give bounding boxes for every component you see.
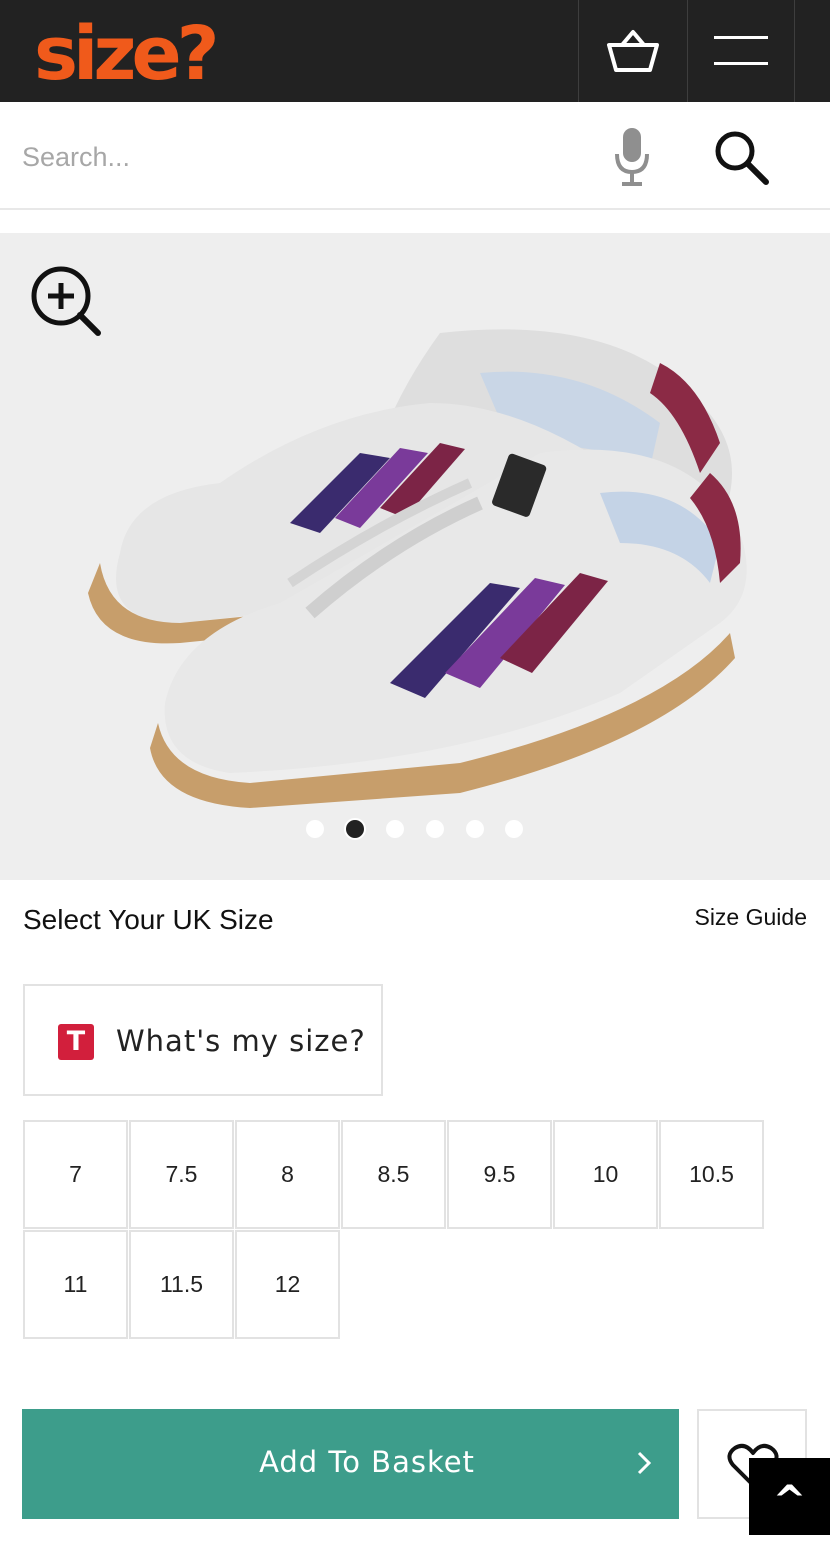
basket-button[interactable] xyxy=(578,0,687,102)
gallery-dot[interactable] xyxy=(505,820,523,838)
zoom-button[interactable] xyxy=(30,265,102,342)
add-to-basket-button[interactable]: Add To Basket xyxy=(22,1409,679,1519)
size-logo[interactable]: size? xyxy=(34,14,220,94)
search-button[interactable] xyxy=(712,128,770,191)
top-navigation-bar: size? xyxy=(0,0,830,102)
size-option[interactable]: 8.5 xyxy=(341,1120,446,1229)
size-finder-logo-icon: T xyxy=(58,1024,94,1060)
gallery-pagination-dots xyxy=(0,818,830,840)
hamburger-menu-icon xyxy=(714,36,768,65)
basket-icon xyxy=(607,30,659,72)
size-option[interactable]: 7.5 xyxy=(129,1120,234,1229)
search-bar xyxy=(0,102,830,210)
size-option[interactable]: 8 xyxy=(235,1120,340,1229)
size-option[interactable]: 11 xyxy=(23,1230,128,1339)
size-option[interactable]: 10 xyxy=(553,1120,658,1229)
gallery-dot[interactable] xyxy=(466,820,484,838)
chevron-right-icon xyxy=(637,1451,651,1475)
back-to-top-button[interactable]: ^ xyxy=(749,1458,830,1535)
size-option[interactable]: 11.5 xyxy=(129,1230,234,1339)
voice-search-button[interactable] xyxy=(612,126,652,193)
search-input[interactable] xyxy=(22,132,562,182)
product-image xyxy=(60,293,760,818)
magnifier-icon xyxy=(715,131,769,185)
size-option[interactable]: 7 xyxy=(23,1120,128,1229)
gallery-dot-active[interactable] xyxy=(344,818,366,840)
product-image-gallery[interactable] xyxy=(0,233,830,880)
gallery-dot[interactable] xyxy=(386,820,404,838)
size-option[interactable]: 10.5 xyxy=(659,1120,764,1229)
gallery-dot[interactable] xyxy=(306,820,324,838)
size-option[interactable]: 12 xyxy=(235,1230,340,1339)
menu-button[interactable] xyxy=(687,0,794,102)
gallery-dot[interactable] xyxy=(426,820,444,838)
add-to-basket-label: Add To Basket xyxy=(259,1445,475,1479)
whats-my-size-label: What's my size? xyxy=(116,1024,366,1058)
size-selector-heading: Select Your UK Size xyxy=(23,904,274,935)
size-option[interactable]: 9.5 xyxy=(447,1120,552,1229)
zoom-in-icon xyxy=(31,266,101,336)
microphone-icon xyxy=(615,128,649,186)
size-guide-link[interactable]: Size Guide xyxy=(694,904,807,931)
whats-my-size-button[interactable]: T What's my size? xyxy=(23,984,383,1096)
nav-extra-cell xyxy=(794,0,830,102)
